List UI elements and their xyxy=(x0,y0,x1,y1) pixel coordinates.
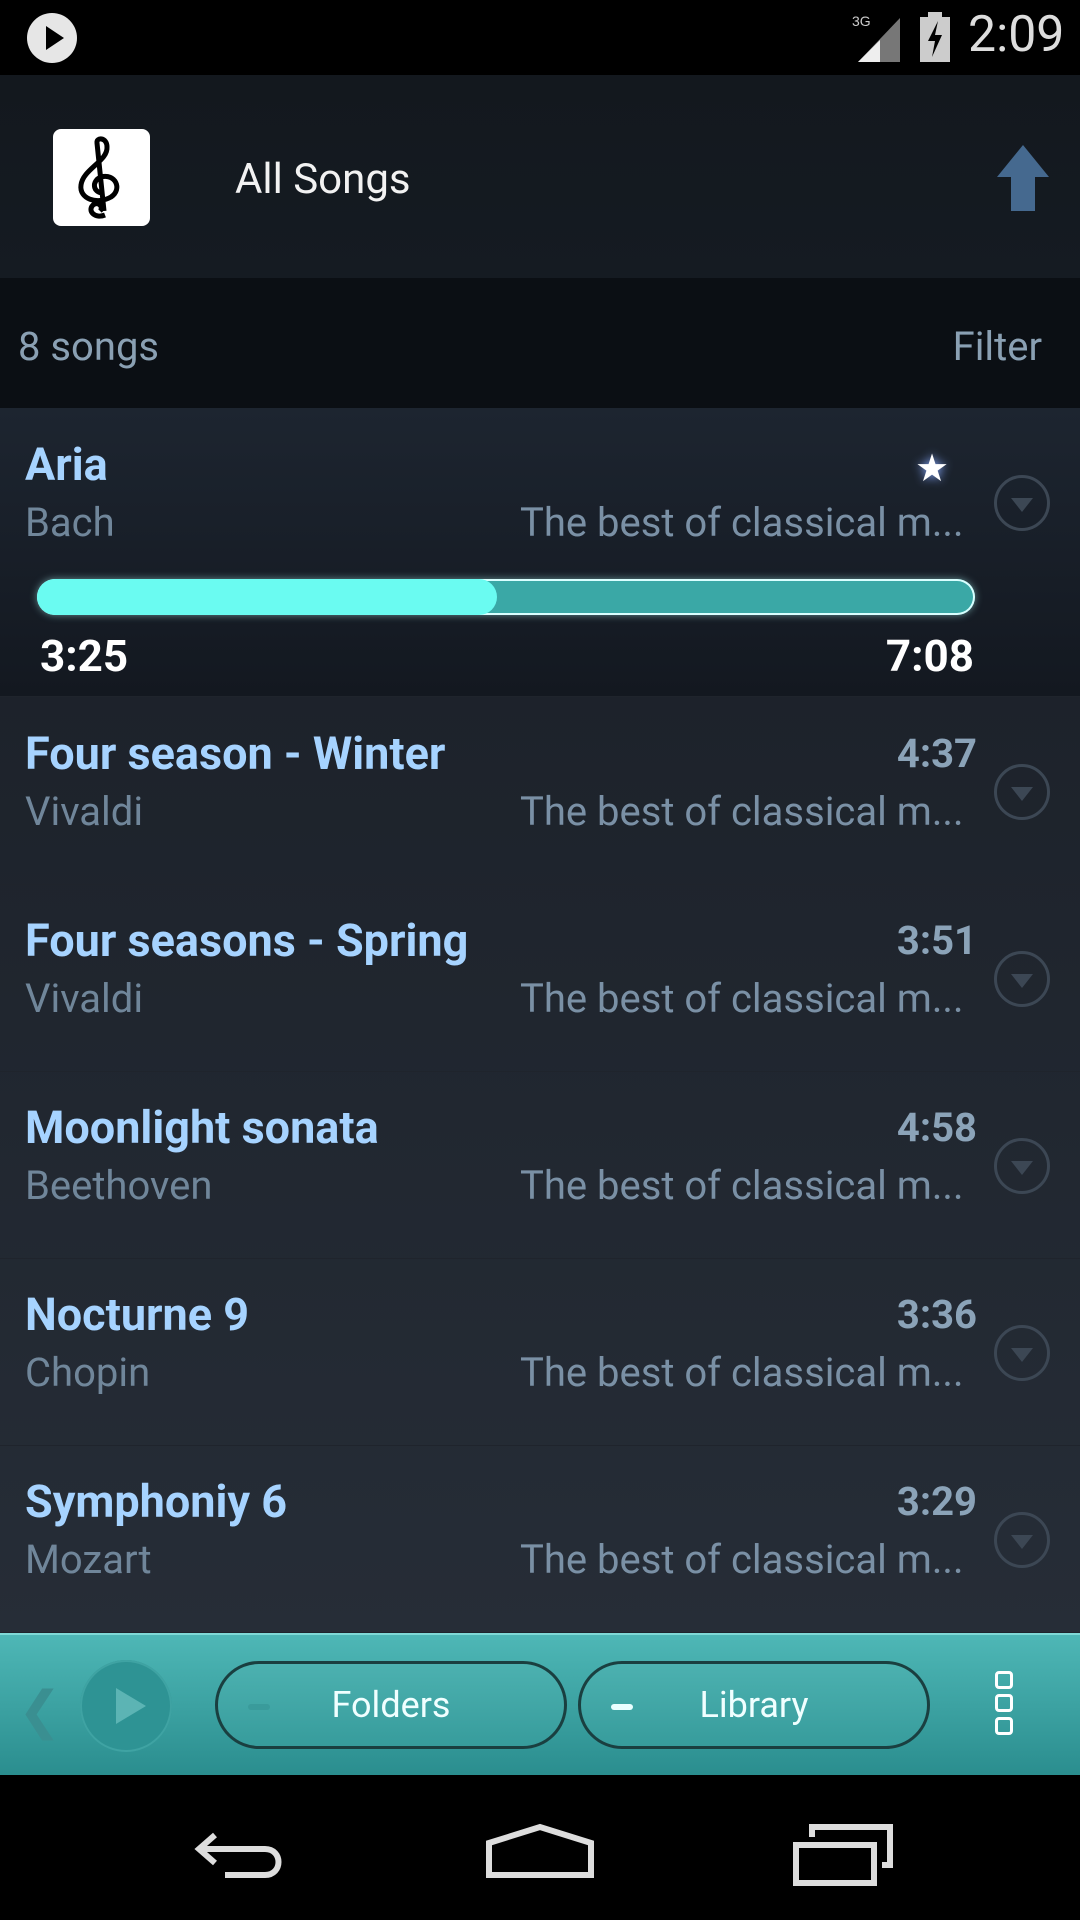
list-item[interactable]: Four seasons - Spring 3:51 Vivaldi The b… xyxy=(0,884,1080,1072)
song-artist: Beethoven xyxy=(25,1162,213,1209)
overflow-menu-icon[interactable] xyxy=(995,1671,1019,1751)
signal-icon: 3G xyxy=(852,13,900,62)
back-icon[interactable] xyxy=(185,1805,295,1895)
page-title: All Songs xyxy=(235,155,411,204)
dropdown-circle-icon[interactable] xyxy=(994,1512,1050,1568)
folders-label: Folders xyxy=(331,1684,451,1726)
system-nav-bar xyxy=(0,1775,1080,1920)
song-title: Four season - Winter xyxy=(25,727,446,780)
dropdown-circle-icon[interactable] xyxy=(994,475,1050,531)
play-icon[interactable] xyxy=(80,1660,172,1752)
folders-button[interactable]: Folders xyxy=(215,1661,567,1749)
up-arrow-icon[interactable] xyxy=(995,143,1051,213)
seek-bar-fill xyxy=(37,579,497,615)
list-item[interactable]: Nocturne 9 3:36 Chopin The best of class… xyxy=(0,1258,1080,1446)
song-duration: 3:51 xyxy=(896,917,977,964)
app-header: All Songs xyxy=(0,75,1080,278)
song-album: The best of classical m... xyxy=(520,1349,964,1396)
dropdown-circle-icon[interactable] xyxy=(994,1325,1050,1381)
song-album: The best of classical m... xyxy=(520,1162,964,1209)
song-duration: 4:58 xyxy=(896,1104,977,1151)
song-artist: Vivaldi xyxy=(25,975,144,1022)
list-item[interactable]: Symphoniy 6 3:29 Mozart The best of clas… xyxy=(0,1445,1080,1633)
song-title: Symphoniy 6 xyxy=(25,1475,288,1528)
network-type-label: 3G xyxy=(852,13,871,29)
dropdown-circle-icon[interactable] xyxy=(994,1138,1050,1194)
song-list[interactable]: Aria ★ Bach The best of classical m... 3… xyxy=(0,408,1080,1633)
song-duration: 3:36 xyxy=(896,1291,977,1338)
song-artist: Bach xyxy=(25,499,115,546)
song-artist: Mozart xyxy=(25,1536,152,1583)
treble-clef-icon[interactable] xyxy=(53,129,150,226)
song-album: The best of classical m... xyxy=(520,1536,964,1583)
recents-icon[interactable] xyxy=(790,1805,900,1895)
battery-icon xyxy=(920,12,950,62)
list-item[interactable]: Moonlight sonata 4:58 Beethoven The best… xyxy=(0,1071,1080,1259)
home-icon[interactable] xyxy=(485,1805,595,1895)
song-title: Aria xyxy=(25,438,108,491)
dropdown-circle-icon[interactable] xyxy=(994,764,1050,820)
play-icon xyxy=(27,13,77,63)
song-title: Moonlight sonata xyxy=(25,1101,379,1154)
song-duration: 4:37 xyxy=(896,730,977,777)
song-album: The best of classical m... xyxy=(520,975,964,1022)
now-playing-row[interactable]: Aria ★ Bach The best of classical m... 3… xyxy=(0,408,1080,697)
filter-button[interactable]: Filter xyxy=(953,323,1042,370)
player-bar: ❮ Folders Library xyxy=(0,1633,1080,1777)
song-artist: Chopin xyxy=(25,1349,151,1396)
song-album: The best of classical m... xyxy=(520,499,964,546)
library-label: Library xyxy=(699,1684,809,1726)
total-time: 7:08 xyxy=(885,630,974,682)
tab-indicator xyxy=(248,1704,270,1710)
library-button[interactable]: Library xyxy=(578,1661,930,1749)
song-album: The best of classical m... xyxy=(520,788,964,835)
clock: 2:09 xyxy=(968,6,1065,64)
chevron-left-icon[interactable]: ❮ xyxy=(18,1680,62,1741)
list-item[interactable]: Four season - Winter 4:37 Vivaldi The be… xyxy=(0,697,1080,885)
song-artist: Vivaldi xyxy=(25,788,144,835)
song-title: Four seasons - Spring xyxy=(25,914,469,967)
song-duration: 3:29 xyxy=(896,1478,977,1525)
status-bar: 3G 2:09 xyxy=(0,0,1080,75)
star-icon[interactable]: ★ xyxy=(915,446,949,491)
seek-bar[interactable] xyxy=(37,579,975,615)
song-title: Nocturne 9 xyxy=(25,1288,250,1341)
tab-indicator xyxy=(611,1704,633,1710)
list-info-bar: 8 songs Filter xyxy=(0,278,1080,408)
song-count: 8 songs xyxy=(18,323,160,370)
dropdown-circle-icon[interactable] xyxy=(994,951,1050,1007)
elapsed-time: 3:25 xyxy=(40,630,129,682)
